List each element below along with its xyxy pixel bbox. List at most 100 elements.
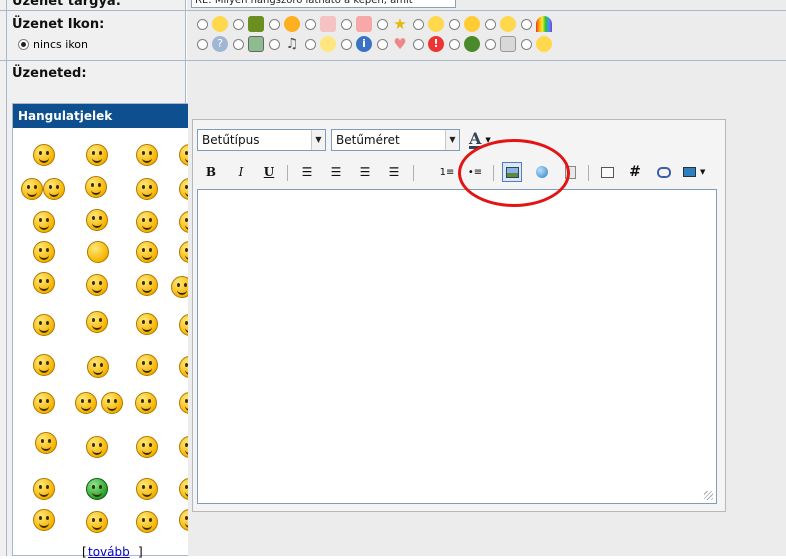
chevron-down-icon: ▼ (311, 130, 325, 150)
icon-radio[interactable] (269, 18, 280, 30)
smiley-icon[interactable] (136, 178, 158, 200)
smiley-icon[interactable] (135, 392, 157, 414)
smiley-icon[interactable] (33, 354, 55, 376)
bold-button[interactable]: B (201, 162, 221, 182)
icon-radio[interactable] (377, 18, 388, 30)
font-family-select[interactable]: Betűtípus ▼ (197, 129, 326, 151)
smiley-icon[interactable] (179, 211, 188, 233)
smiley-icon[interactable] (136, 478, 158, 500)
ordered-list-button[interactable]: 1≡ (437, 162, 457, 182)
quote-button[interactable] (597, 162, 617, 182)
no-icon-radio[interactable] (18, 39, 29, 50)
resize-handle[interactable] (704, 491, 713, 500)
smiley-icon[interactable] (136, 241, 158, 263)
smiley-icon[interactable] (86, 274, 108, 296)
insert-link-button[interactable] (532, 162, 552, 182)
smiley-icon[interactable] (33, 144, 55, 166)
smiley-icon[interactable] (86, 511, 108, 533)
smiley-icon[interactable] (86, 311, 108, 333)
insert-attachment-button[interactable] (560, 162, 580, 182)
smiley-icon[interactable] (33, 241, 55, 263)
smiley-icon[interactable] (33, 211, 55, 233)
icon-radio[interactable] (341, 38, 352, 50)
smiley-icon[interactable] (136, 144, 158, 166)
star-icon: ★ (393, 15, 407, 33)
icon-radio[interactable] (305, 18, 316, 30)
unordered-list-button[interactable]: •≡ (465, 162, 485, 182)
align-left-button[interactable]: ☰ (297, 162, 317, 182)
smiley-icon[interactable] (87, 356, 109, 378)
smiley-icon[interactable] (179, 241, 188, 263)
icon-radio[interactable] (269, 38, 280, 50)
smiley-icon[interactable] (86, 209, 108, 231)
no-icon-option[interactable]: nincs ikon (18, 38, 88, 51)
align-center-button[interactable]: ☰ (326, 162, 346, 182)
smiley-icon[interactable] (33, 272, 55, 294)
smiley-icon[interactable] (136, 313, 158, 335)
smiley-icon[interactable] (179, 509, 188, 531)
smiley-icon[interactable] (33, 392, 55, 414)
smiley-icon[interactable] (136, 436, 158, 458)
smiley-icon[interactable] (85, 176, 107, 198)
smiley-icon[interactable] (86, 478, 108, 500)
icon-radio[interactable] (233, 38, 244, 50)
icon-radio[interactable] (341, 18, 352, 30)
smiley-icon[interactable] (86, 436, 108, 458)
icon-radio[interactable] (449, 18, 460, 30)
php-code-button[interactable] (654, 162, 674, 182)
font-color-button[interactable]: A ▼ (469, 129, 503, 151)
smiley-icon[interactable] (179, 392, 188, 414)
smiley-icon[interactable] (136, 211, 158, 233)
icon-radio[interactable] (449, 38, 460, 50)
align-right-button[interactable]: ☰ (355, 162, 375, 182)
icon-radio[interactable] (197, 18, 208, 30)
icon-radio[interactable] (413, 38, 424, 50)
insert-video-button[interactable]: ▼ (683, 162, 717, 182)
icon-radio[interactable] (521, 18, 532, 30)
smiley-icon[interactable] (136, 354, 158, 376)
icon-radio[interactable] (377, 38, 388, 50)
italic-button[interactable]: I (231, 162, 251, 182)
smiley-icon[interactable] (43, 178, 65, 200)
smiley-icon[interactable] (75, 392, 97, 414)
justify-button[interactable]: ☰ (384, 162, 404, 182)
smiley-icon[interactable] (179, 356, 188, 378)
icon-radio[interactable] (197, 38, 208, 50)
smiley-icon[interactable] (33, 478, 55, 500)
icon-radio[interactable] (305, 38, 316, 50)
smiley-icon[interactable] (179, 314, 188, 336)
more-smilies-link[interactable]: tovább (88, 545, 130, 559)
smiley-icon[interactable] (86, 144, 108, 166)
smiley-icon[interactable] (179, 144, 188, 166)
smiley-icon[interactable] (21, 178, 43, 200)
icon-radio[interactable] (413, 18, 424, 30)
chevron-down-icon: ▼ (485, 136, 491, 144)
insert-image-button[interactable] (502, 162, 522, 182)
message-textarea[interactable] (197, 189, 717, 504)
smiley-icon[interactable] (35, 432, 57, 454)
icon-radio[interactable] (485, 38, 496, 50)
smiley-icon[interactable] (33, 314, 55, 336)
smiley-icon[interactable] (87, 241, 109, 263)
icon-radio[interactable] (485, 18, 496, 30)
font-color-icon: A (469, 128, 482, 149)
smiley-icon[interactable] (101, 392, 123, 414)
font-size-select[interactable]: Betűméret ▼ (331, 129, 460, 151)
smiley-icon[interactable] (33, 509, 55, 531)
icon-radio[interactable] (521, 38, 532, 50)
smiley-icon[interactable] (136, 511, 158, 533)
row-divider (0, 10, 786, 11)
smiley-icon[interactable] (179, 178, 188, 200)
smiley-icon[interactable] (179, 436, 188, 458)
font-size-select-label: Betűméret (336, 133, 400, 147)
subject-label: Üzenet tárgya: (12, 0, 121, 9)
icon-radio[interactable] (233, 18, 244, 30)
smiley-icon[interactable] (171, 276, 188, 298)
subject-input[interactable]: RE: Milyen hangszóró látható a képen, am… (191, 0, 456, 8)
smiley-icon[interactable] (179, 478, 188, 500)
underline-button[interactable]: U (259, 162, 279, 182)
smilies-panel: Hangulatjelek (12, 103, 188, 556)
smiley-icon[interactable] (136, 274, 158, 296)
code-button[interactable]: # (625, 162, 645, 182)
heart-icon: ♥ (393, 35, 407, 53)
